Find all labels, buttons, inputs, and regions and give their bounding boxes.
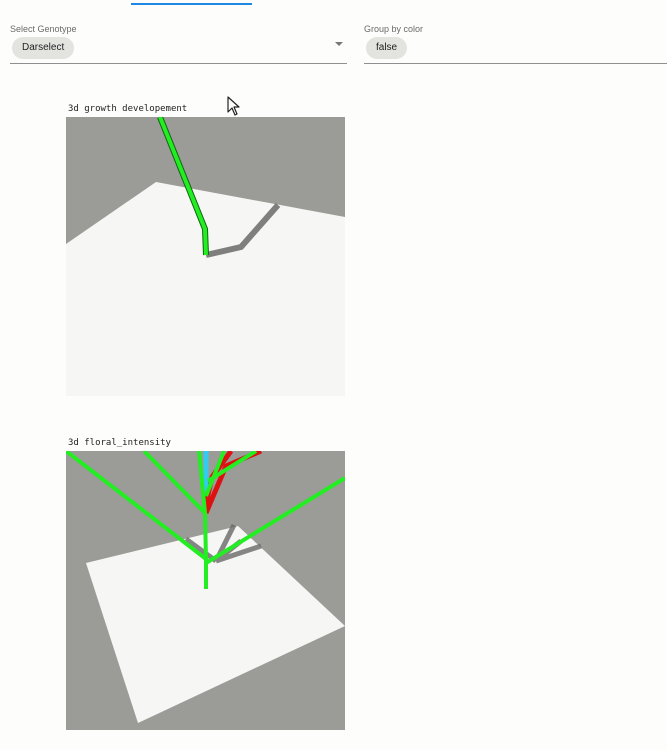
group-by-color-label: Group by color — [364, 24, 424, 34]
active-tab-indicator — [131, 3, 252, 5]
group-by-color-underline — [364, 63, 667, 64]
floral-3d-scene[interactable] — [66, 451, 345, 730]
genotype-select[interactable]: Select Genotype Darselect — [10, 22, 347, 64]
plot-title-floral: 3d floral_intensity — [68, 438, 171, 448]
chevron-down-icon[interactable] — [335, 42, 343, 46]
group-by-color-select[interactable]: Group by color false — [364, 22, 667, 64]
genotype-chip[interactable]: Darselect — [12, 37, 75, 59]
growth-3d-scene[interactable] — [66, 117, 345, 396]
plot-title-growth: 3d growth developement — [68, 104, 188, 114]
genotype-select-label: Select Genotype — [10, 24, 77, 34]
genotype-select-underline — [10, 63, 347, 64]
group-by-color-chip[interactable]: false — [366, 37, 408, 59]
mouse-pointer-icon — [227, 96, 240, 116]
